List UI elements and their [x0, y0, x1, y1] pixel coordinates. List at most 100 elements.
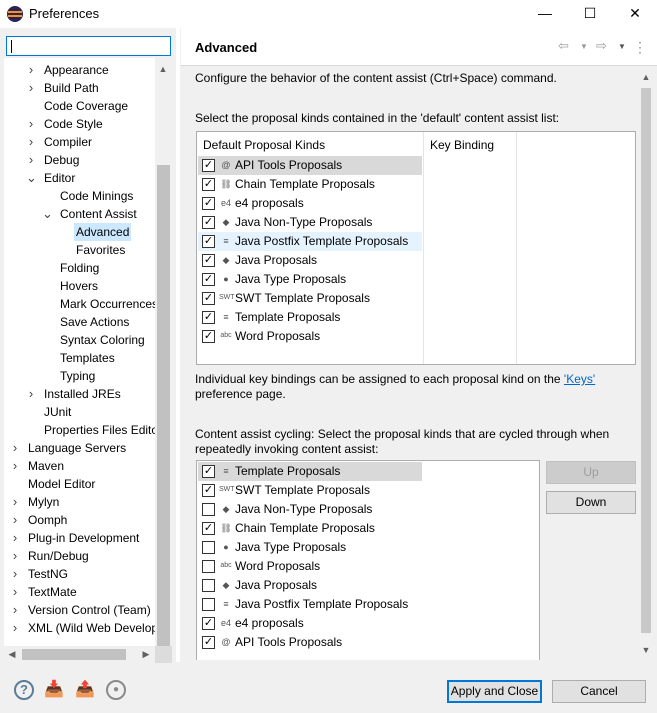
page-scroll-up-icon[interactable]: ▲ [639, 72, 653, 82]
collapsed-chevron-icon[interactable]: › [26, 79, 36, 97]
tree-item[interactable]: › Language Servers [4, 439, 172, 457]
filter-input[interactable] [6, 36, 171, 56]
tree-item[interactable]: › Mylyn [4, 493, 172, 511]
tree-item[interactable]: Templates [4, 349, 172, 367]
tree-item[interactable]: Typing [4, 367, 172, 385]
proposal-row[interactable]: ✓ ● Java Type Proposals [198, 270, 422, 289]
proposal-row[interactable]: ✓ SWT SWT Template Proposals [198, 481, 422, 500]
collapsed-chevron-icon[interactable]: › [10, 601, 20, 619]
checked-checkbox[interactable]: ✓ [202, 484, 215, 497]
expanded-chevron-icon[interactable]: ⌄ [42, 205, 53, 223]
proposal-row[interactable]: ✓ ⛓ Chain Template Proposals [198, 175, 422, 194]
tree-item[interactable]: Advanced [4, 223, 172, 241]
import-icon[interactable]: 📥 [44, 680, 64, 700]
collapsed-chevron-icon[interactable]: › [10, 547, 20, 565]
cancel-button[interactable]: Cancel [552, 680, 646, 703]
tree-item[interactable]: Properties Files Editor [4, 421, 172, 439]
maximize-button[interactable]: ☐ [567, 0, 613, 28]
unchecked-checkbox[interactable] [202, 541, 215, 554]
up-button[interactable]: Up [546, 461, 636, 484]
collapsed-chevron-icon[interactable]: › [10, 565, 20, 583]
page-scroll-down-icon[interactable]: ▼ [639, 645, 653, 655]
column-header-kinds[interactable]: Default Proposal Kinds [203, 138, 325, 152]
checked-checkbox[interactable]: ✓ [202, 617, 215, 630]
collapsed-chevron-icon[interactable]: › [10, 439, 20, 457]
proposal-row[interactable]: ✓ @ API Tools Proposals [198, 156, 422, 175]
tree-item[interactable]: Code Minings [4, 187, 172, 205]
proposal-row[interactable]: ◆ Java Non-Type Proposals [198, 500, 422, 519]
tree-item[interactable]: › Build Path [4, 79, 172, 97]
record-icon[interactable]: ● [106, 680, 126, 700]
scroll-left-arrow-icon[interactable]: ◀ [5, 649, 19, 660]
back-arrow-icon[interactable]: ⇦ [558, 38, 569, 54]
split-sash[interactable] [176, 28, 180, 662]
keys-link[interactable]: 'Keys' [564, 372, 595, 386]
tree-item[interactable]: Favorites [4, 241, 172, 259]
tree-item[interactable]: › Debug [4, 151, 172, 169]
page-scrollbar-thumb[interactable] [641, 88, 651, 633]
checked-checkbox[interactable]: ✓ [202, 636, 215, 649]
checked-checkbox[interactable]: ✓ [202, 178, 215, 191]
tree-item[interactable]: › Oomph [4, 511, 172, 529]
down-button[interactable]: Down [546, 491, 636, 514]
proposal-row[interactable]: ✓ e4 e4 proposals [198, 614, 422, 633]
proposal-row[interactable]: ✓ ◆ Java Proposals [198, 251, 422, 270]
checked-checkbox[interactable]: ✓ [202, 292, 215, 305]
collapsed-chevron-icon[interactable]: › [26, 133, 36, 151]
tree-item[interactable]: JUnit [4, 403, 172, 421]
tree-item[interactable]: › Version Control (Team) [4, 601, 172, 619]
checked-checkbox[interactable]: ✓ [202, 522, 215, 535]
proposal-row[interactable]: ✓ ⛓ Chain Template Proposals [198, 519, 422, 538]
minimize-button[interactable]: — [522, 0, 568, 28]
proposal-row[interactable]: ✓ ◆ Java Non-Type Proposals [198, 213, 422, 232]
preference-tree[interactable]: › Appearance › Build Path Code Coverage › Code… [4, 58, 172, 662]
collapsed-chevron-icon[interactable]: › [26, 61, 36, 79]
collapsed-chevron-icon[interactable]: › [10, 493, 20, 511]
unchecked-checkbox[interactable] [202, 598, 215, 611]
tree-item[interactable]: Mark Occurrences [4, 295, 172, 313]
checked-checkbox[interactable]: ✓ [202, 159, 215, 172]
checked-checkbox[interactable]: ✓ [202, 235, 215, 248]
checked-checkbox[interactable]: ✓ [202, 465, 215, 478]
help-icon[interactable]: ? [14, 680, 34, 700]
collapsed-chevron-icon[interactable]: › [10, 619, 20, 637]
proposal-row[interactable]: ◆ Java Proposals [198, 576, 422, 595]
tree-item[interactable]: › Code Style [4, 115, 172, 133]
scroll-right-arrow-icon[interactable]: ▶ [139, 649, 153, 660]
tree-hscrollbar-thumb[interactable] [22, 649, 126, 660]
column-header-key-binding[interactable]: Key Binding [430, 138, 494, 152]
expanded-chevron-icon[interactable]: ⌄ [26, 169, 37, 187]
view-menu-icon[interactable]: · · · [638, 36, 642, 58]
tree-item[interactable]: Save Actions [4, 313, 172, 331]
checked-checkbox[interactable]: ✓ [202, 254, 215, 267]
proposal-row[interactable]: ✓ abc Word Proposals [198, 327, 422, 346]
tree-item[interactable]: ⌄ Editor [4, 169, 172, 187]
checked-checkbox[interactable]: ✓ [202, 216, 215, 229]
default-proposals-table[interactable]: Default Proposal Kinds Key Binding ✓ @ API… [196, 131, 636, 365]
tree-scrollbar-thumb[interactable] [157, 165, 170, 647]
collapsed-chevron-icon[interactable]: › [10, 511, 20, 529]
tree-item[interactable]: Hovers [4, 277, 172, 295]
tree-item[interactable]: › TextMate [4, 583, 172, 601]
tree-item[interactable]: ⌄ Content Assist [4, 205, 172, 223]
forward-dropdown-icon[interactable]: ▼ [618, 42, 626, 51]
close-button[interactable]: ✕ [612, 0, 657, 28]
back-dropdown-icon[interactable]: ▼ [580, 42, 588, 51]
tree-item[interactable]: Folding [4, 259, 172, 277]
proposal-row[interactable]: abc Word Proposals [198, 557, 422, 576]
proposal-row[interactable]: ✓ @ API Tools Proposals [198, 633, 422, 652]
proposal-row[interactable]: ≡ Java Postfix Template Proposals [198, 595, 422, 614]
tree-item[interactable]: › Installed JREs [4, 385, 172, 403]
proposal-row[interactable]: ✓ ≡ Template Proposals [198, 462, 422, 481]
tree-item[interactable]: › Maven [4, 457, 172, 475]
collapsed-chevron-icon[interactable]: › [10, 583, 20, 601]
checked-checkbox[interactable]: ✓ [202, 273, 215, 286]
scroll-up-arrow-icon[interactable]: ▲ [156, 64, 170, 74]
tree-item[interactable]: › XML (Wild Web Developer) [4, 619, 172, 637]
proposal-row[interactable]: ✓ ≡ Java Postfix Template Proposals [198, 232, 422, 251]
unchecked-checkbox[interactable] [202, 503, 215, 516]
collapsed-chevron-icon[interactable]: › [26, 151, 36, 169]
checked-checkbox[interactable]: ✓ [202, 330, 215, 343]
checked-checkbox[interactable]: ✓ [202, 311, 215, 324]
proposal-row[interactable]: ✓ e4 e4 proposals [198, 194, 422, 213]
